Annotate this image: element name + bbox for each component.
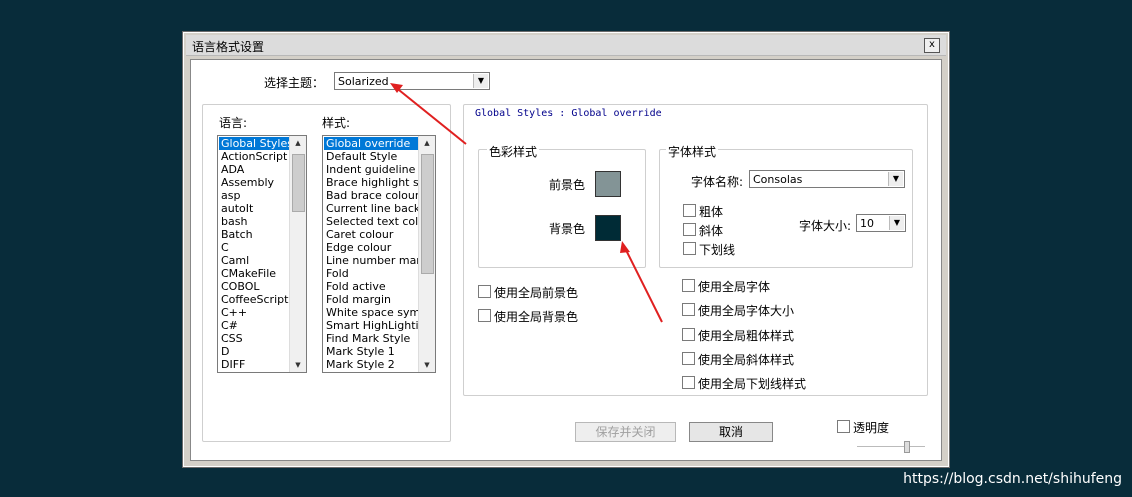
annotation-arrows	[390, 83, 663, 323]
arrow-to-theme	[393, 85, 467, 145]
arrow-to-bg-swatch	[623, 245, 663, 323]
arrow-head-bg	[620, 241, 630, 253]
watermark-text: https://blog.csdn.net/shihufeng	[903, 471, 1122, 487]
